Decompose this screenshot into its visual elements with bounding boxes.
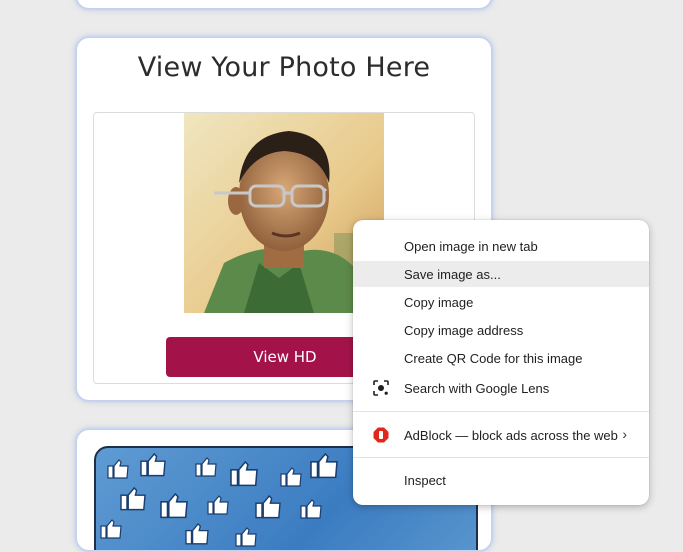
menu-item-label: Search with Google Lens <box>404 380 550 396</box>
menu-item-adblock[interactable]: AdBlock — block ads across the web › <box>353 422 649 448</box>
menu-divider <box>353 457 649 458</box>
adblock-icon <box>373 427 389 443</box>
card-title: View Your Photo Here <box>137 52 431 83</box>
menu-item-label: Open image in new tab <box>404 238 538 254</box>
menu-item-create-qr[interactable]: Create QR Code for this image <box>353 345 649 371</box>
menu-item-label: Copy image address <box>404 322 524 338</box>
chevron-right-icon: › <box>622 426 627 442</box>
menu-item-label: Create QR Code for this image <box>404 350 583 366</box>
context-menu: Open image in new tab Save image as... C… <box>353 220 649 505</box>
menu-item-label: Inspect <box>404 472 446 488</box>
menu-item-label: Copy image <box>404 294 474 310</box>
google-lens-icon <box>373 380 389 396</box>
menu-item-google-lens[interactable]: Search with Google Lens <box>353 375 649 401</box>
menu-item-label: Save image as... <box>404 266 501 282</box>
menu-item-label: AdBlock — block ads across the web <box>404 427 618 443</box>
menu-item-copy-address[interactable]: Copy image address <box>353 317 649 343</box>
menu-item-inspect[interactable]: Inspect <box>353 467 649 493</box>
menu-item-open-new-tab[interactable]: Open image in new tab <box>353 233 649 259</box>
menu-divider <box>353 411 649 412</box>
card-top <box>75 0 493 10</box>
menu-item-save-image[interactable]: Save image as... <box>353 261 649 287</box>
menu-item-copy-image[interactable]: Copy image <box>353 289 649 315</box>
